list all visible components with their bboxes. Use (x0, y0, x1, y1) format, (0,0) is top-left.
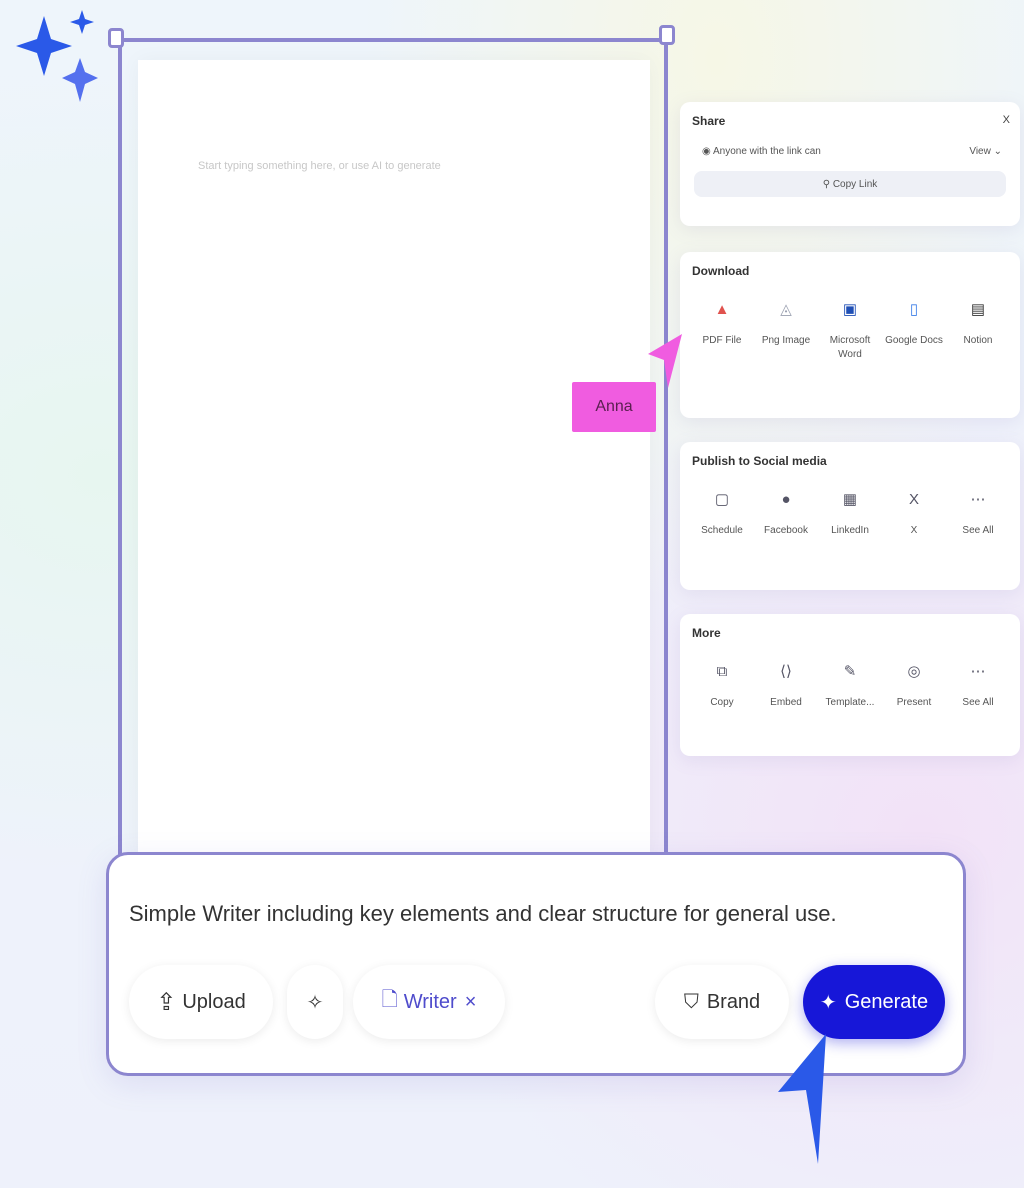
brand-icon: ⛉ (683, 990, 699, 1013)
embed-icon: ⟨⟩ (780, 663, 792, 680)
more-title: More (692, 626, 721, 640)
schedule-icon: ▢ (714, 491, 730, 508)
more-option-label: Embed (770, 697, 802, 708)
resize-handle-top-right[interactable] (659, 25, 675, 45)
writer-label: Writer (403, 990, 457, 1013)
more-option[interactable]: ✎ Template... (818, 662, 882, 710)
pdf-icon: ▲ (714, 301, 730, 318)
document-placeholder: Start typing something here, or use AI t… (198, 160, 441, 172)
template-icon: ✎ (843, 663, 857, 680)
share-access-row[interactable]: ◉ Anyone with the link can View ⌄ (702, 146, 1002, 157)
upload-label: Upload (182, 990, 246, 1013)
social-panel: Publish to Social media ▢ Schedule ● Facebo… (680, 442, 1020, 590)
download-option[interactable]: ◬ Png Image (754, 300, 818, 361)
upload-button[interactable]: ⇪ Upload (129, 965, 273, 1039)
brand-label: Brand (706, 990, 761, 1013)
more-option-label: Present (896, 697, 932, 708)
download-option-label: Microsoft Word (829, 335, 871, 360)
more-icon: ⋯ (970, 663, 986, 680)
more-option[interactable]: ⟨⟩ Embed (754, 662, 818, 710)
share-access-text: Anyone with the link can (712, 146, 821, 157)
social-option[interactable]: ▢ Schedule (690, 490, 754, 538)
options-button[interactable]: ✧ (287, 965, 343, 1039)
download-panel: Download ▲ PDF File ◬ Png Image ▣ Microsoft W… (680, 252, 1020, 418)
social-option-label: Facebook (764, 525, 808, 536)
more-icon: ⋯ (970, 491, 986, 508)
social-option-label: Schedule (701, 525, 743, 536)
cursor-pointer-icon (778, 1034, 826, 1164)
close-icon[interactable]: X (1003, 114, 1010, 126)
more-panel: More ⧉ Copy ⟨⟩ Embed ✎ Template... ◎ Present ⋯ Se… (680, 614, 1020, 756)
social-option[interactable]: ⋯ See All (946, 490, 1010, 538)
brand-button[interactable]: ⛉ Brand (655, 965, 789, 1039)
upload-icon: ⇪ (156, 988, 177, 1016)
more-options: ⧉ Copy ⟨⟩ Embed ✎ Template... ◎ Present ⋯ See All (688, 662, 1012, 710)
more-option[interactable]: ◎ Present (882, 662, 946, 710)
prompt-input[interactable]: Simple Writer including key elements and… (129, 901, 837, 927)
copy-icon: ⧉ (716, 663, 728, 680)
present-icon: ◎ (907, 663, 921, 680)
writer-chip[interactable]: 🗋 Writer × (353, 965, 505, 1039)
download-title: Download (692, 264, 750, 278)
globe-icon: ◉ (702, 146, 711, 157)
chevron-down-icon: ⌄ (993, 146, 1002, 157)
more-option[interactable]: ⋯ See All (946, 662, 1010, 710)
more-option-label: Copy (710, 697, 734, 708)
x-icon: X (908, 491, 919, 508)
more-option-label: Template... (825, 697, 875, 708)
social-title: Publish to Social media (692, 454, 827, 468)
link-icon: ⚲ (822, 178, 833, 190)
sparkle-icon: ✦ (819, 991, 837, 1014)
sparkle-shuffle-icon: ✧ (306, 991, 324, 1014)
more-option[interactable]: ⧉ Copy (690, 662, 754, 710)
share-title: Share (692, 114, 726, 128)
social-option[interactable]: XX (882, 490, 946, 538)
document-page[interactable]: Start typing something here, or use AI t… (138, 60, 650, 860)
download-option-label: Google Docs (885, 335, 943, 346)
google-docs-icon: ▯ (909, 301, 919, 318)
social-option-label: X (910, 525, 918, 536)
share-panel: Share X ◉ Anyone with the link can View … (680, 102, 1020, 226)
word-icon: ▣ (842, 301, 858, 318)
copy-link-label: Copy Link (832, 178, 878, 190)
generate-label: Generate (844, 990, 929, 1013)
collaborator-tag: Anna (572, 382, 656, 432)
social-options: ▢ Schedule ● Facebook ▦ LinkedIn X X ⋯ See All (688, 490, 1012, 538)
sparkle-icon (16, 10, 98, 102)
generate-button[interactable]: ✦ Generate (803, 965, 945, 1039)
download-option[interactable]: ▣ Microsoft Word (818, 300, 882, 361)
download-option-label: Png Image (761, 335, 811, 346)
notion-icon: ▤ (970, 301, 986, 318)
social-option[interactable]: ● Facebook (754, 490, 818, 538)
download-option-label: PDF File (702, 335, 742, 346)
image-icon: ◬ (780, 301, 792, 318)
close-icon[interactable]: × (465, 991, 477, 1014)
document-icon: 🗋 (381, 989, 398, 1011)
social-option-label: LinkedIn (831, 525, 869, 536)
resize-handle-top-left[interactable] (108, 28, 124, 48)
download-option[interactable]: ▲ PDF File (690, 300, 754, 361)
download-option[interactable]: ▤ Notion (946, 300, 1010, 361)
share-access-value: View (969, 146, 991, 157)
social-option-label: See All (962, 525, 994, 536)
social-option[interactable]: ▦ LinkedIn (818, 490, 882, 538)
linkedin-icon: ▦ (842, 491, 858, 508)
download-option[interactable]: ▯ Google Docs (882, 300, 946, 361)
more-option-label: See All (962, 697, 994, 708)
download-options: ▲ PDF File ◬ Png Image ▣ Microsoft Word ▯ Googl… (688, 300, 1012, 361)
copy-link-button[interactable]: ⚲ Copy Link (694, 171, 1006, 197)
facebook-icon: ● (781, 491, 791, 508)
download-option-label: Notion (963, 335, 993, 346)
